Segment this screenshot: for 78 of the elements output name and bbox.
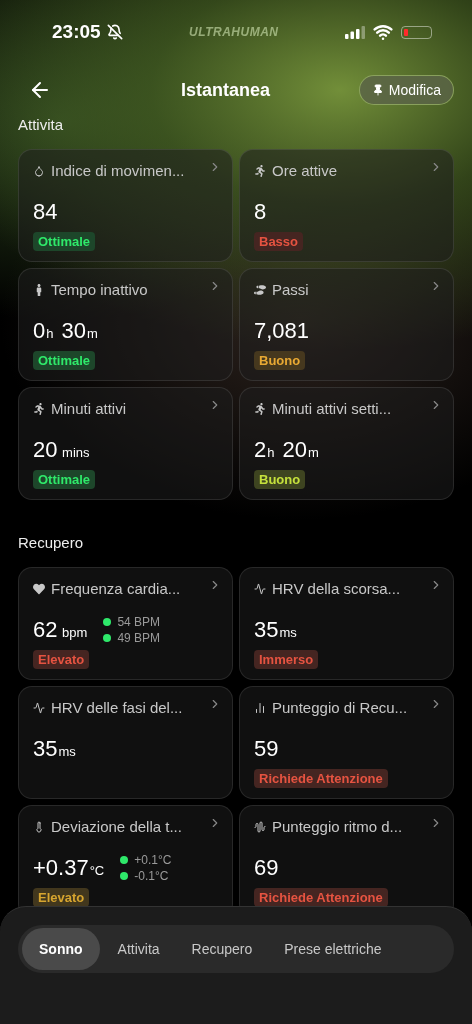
runner-icon xyxy=(254,164,266,177)
runner-icon xyxy=(33,402,45,415)
metric-card[interactable]: Frequenza cardia... 62 bpm 54 BPM 49 BPM Elevato xyxy=(18,567,233,680)
metric-value: 59 xyxy=(254,736,279,762)
metric-value: 0h 30 m xyxy=(33,318,99,344)
metric-value: 2 h 20 m xyxy=(254,437,320,463)
metric-title: Deviazione della t... xyxy=(51,818,182,835)
metric-value: 62 bpm xyxy=(33,617,89,643)
metric-title: HRV della scorsa... xyxy=(272,580,401,597)
metric-card[interactable]: Punteggio di Recu... 59 Richiede Attenzione xyxy=(239,686,454,799)
range-value: 54 BPM xyxy=(117,615,161,629)
brand-logo: ULTRAHUMAN xyxy=(188,25,280,39)
metric-card[interactable]: HRV delle fasi del... 35ms xyxy=(18,686,233,799)
status-badge: Elevato xyxy=(33,888,90,907)
range-dot xyxy=(120,872,129,880)
range-value: +0.1°C xyxy=(134,853,172,867)
metric-title: Passi xyxy=(272,281,309,298)
metric-card[interactable]: Ore attive 8 Basso xyxy=(239,149,454,262)
metric-title: Ore attive xyxy=(272,162,338,179)
section-title: Attivita xyxy=(17,116,64,133)
status-badge: Ottimale xyxy=(33,470,95,489)
status-badge: Richiede Attenzione xyxy=(254,769,388,788)
status-badge: Elevato xyxy=(33,650,90,669)
metric-title: Minuti attivi setti... xyxy=(272,400,392,417)
battery-icon xyxy=(401,25,432,39)
range-value: -0.1°C xyxy=(134,869,169,883)
metric-value: 8 xyxy=(254,199,267,225)
pulse-icon xyxy=(33,701,45,714)
bar-chart-icon xyxy=(254,701,266,714)
metric-card[interactable]: Indice di movimen... 84 Ottimale xyxy=(18,149,233,262)
section-title: Recupero xyxy=(17,534,85,551)
edit-button[interactable]: Modifica xyxy=(358,75,454,105)
wave-icon xyxy=(254,820,266,833)
metric-value: 35ms xyxy=(254,617,298,643)
status-badge: Ottimale xyxy=(33,351,95,370)
status-time: 23:05 xyxy=(52,21,101,43)
metric-title: Frequenza cardia... xyxy=(51,580,181,597)
status-badge: Immerso xyxy=(254,650,319,669)
tab[interactable]: Attivita xyxy=(103,928,174,970)
range-dot xyxy=(103,618,112,626)
metric-card[interactable]: Minuti attivi 20 mins Ottimale xyxy=(18,387,233,500)
metric-value: +0.37°C xyxy=(33,855,106,881)
page-title: Istantanea xyxy=(179,79,271,101)
metric-card[interactable]: HRV della scorsa... 35ms Immerso xyxy=(239,567,454,680)
metric-value: 84 xyxy=(33,199,58,225)
range-value: 49 BPM xyxy=(117,631,161,645)
range-dot xyxy=(103,634,112,642)
heart-icon xyxy=(33,582,45,595)
metric-value: 20 mins xyxy=(33,437,91,463)
metric-title: HRV delle fasi del... xyxy=(51,699,183,716)
metric-title: Indice di movimen... xyxy=(51,162,185,179)
metric-title: Minuti attivi xyxy=(51,400,127,417)
metric-value: 69 xyxy=(254,855,279,881)
range-dot xyxy=(120,856,129,864)
wifi-icon xyxy=(373,22,393,42)
bell-off-icon xyxy=(106,24,123,40)
metric-card[interactable]: Passi 7,081 Buono xyxy=(239,268,454,381)
drop-icon xyxy=(33,164,45,177)
metric-value: 35ms xyxy=(33,736,77,762)
metric-card[interactable]: Tempo inattivo 0h 30 m Ottimale xyxy=(18,268,233,381)
tab[interactable]: Sonno xyxy=(22,928,100,970)
status-badge: Basso xyxy=(254,232,304,251)
tab[interactable]: Recupero xyxy=(177,928,267,970)
metric-card[interactable]: Minuti attivi setti... 2 h 20 m Buono xyxy=(239,387,454,500)
shoe-icon xyxy=(254,283,266,296)
runner-icon xyxy=(254,402,266,415)
status-badge: Buono xyxy=(254,351,306,370)
status-badge: Buono xyxy=(254,470,306,489)
metric-title: Punteggio ritmo d... xyxy=(272,818,403,835)
status-badge: Ottimale xyxy=(33,232,95,251)
pulse-icon xyxy=(254,582,266,595)
thermometer-icon xyxy=(33,820,45,833)
metric-title: Punteggio di Recu... xyxy=(272,699,408,716)
tab[interactable]: Prese elettriche xyxy=(270,928,396,970)
signal-icon xyxy=(345,25,365,39)
pin-icon xyxy=(371,84,384,96)
metric-title: Tempo inattivo xyxy=(51,281,148,298)
metric-value: 7,081 xyxy=(254,318,310,344)
